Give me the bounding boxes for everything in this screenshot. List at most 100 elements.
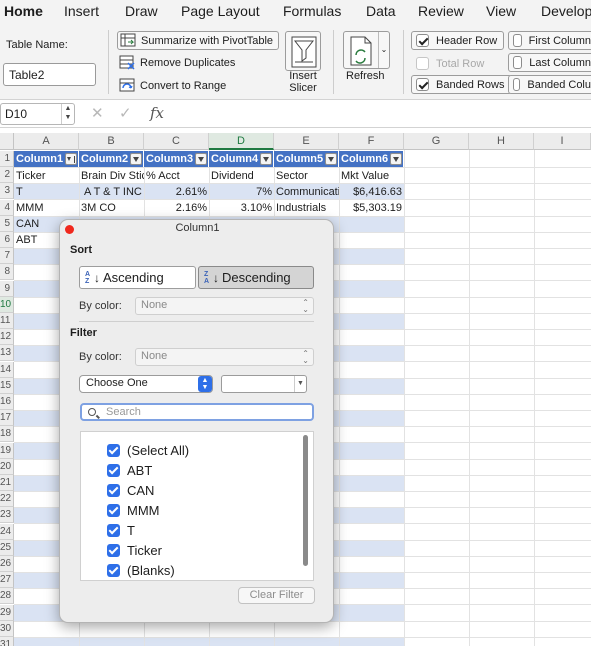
enter-icon[interactable]: ✓	[119, 104, 132, 122]
tab-data[interactable]: Data	[366, 3, 396, 19]
name-box[interactable]: D10 ▲ ▼	[0, 103, 75, 125]
tab-formulas[interactable]: Formulas	[283, 3, 341, 19]
table-cell[interactable]: Industrials	[274, 200, 339, 216]
table-cell[interactable]: 2.16%	[144, 200, 209, 216]
refresh-button[interactable]: ⌄	[343, 31, 390, 69]
filter-dropdown-icon[interactable]	[195, 153, 207, 165]
row-header[interactable]: 2	[0, 167, 14, 183]
sort-descending-button[interactable]: Z A ↓ Descending	[198, 266, 314, 289]
last-column-checkbox[interactable]: Last Column	[508, 53, 591, 72]
banded-columns-checkbox[interactable]: Banded Colu	[508, 75, 591, 94]
table-cell[interactable]: 3M CO	[79, 200, 144, 216]
row-header[interactable]: 28	[0, 588, 14, 604]
select-all-corner[interactable]	[0, 133, 14, 150]
sort-ascending-button[interactable]: A Z ↓ Ascending	[79, 266, 196, 289]
filter-by-color-select[interactable]: None ⌃ ⌄	[135, 348, 314, 366]
column-header[interactable]: H	[469, 133, 534, 150]
first-column-checkbox[interactable]: First Column	[508, 31, 591, 50]
column-header[interactable]: F	[339, 133, 404, 150]
row-header[interactable]: 4	[0, 200, 14, 216]
checkbox-icon[interactable]	[107, 483, 120, 497]
table-cell[interactable]: $5,303.19	[339, 200, 404, 216]
column-header[interactable]: D	[209, 133, 274, 150]
filter-dropdown-icon[interactable]	[130, 153, 142, 165]
table-cell[interactable]: CAN	[14, 216, 59, 232]
row-header[interactable]: 1	[0, 151, 14, 167]
row-header[interactable]: 26	[0, 556, 14, 572]
filter-values-list[interactable]: (Select All) ABT CAN MMM T Ticker (Blank…	[80, 431, 314, 581]
convert-to-range-button[interactable]: Convert to Range	[117, 76, 226, 95]
summarize-pivottable-button[interactable]: Summarize with PivotTable	[117, 31, 280, 50]
tab-page-layout[interactable]: Page Layout	[181, 3, 260, 19]
row-header[interactable]: 8	[0, 264, 14, 280]
tab-developer[interactable]: Develop	[541, 3, 591, 19]
row-header[interactable]: 11	[0, 313, 14, 329]
row-header[interactable]: 22	[0, 491, 14, 507]
row-header[interactable]: 13	[0, 345, 14, 361]
list-item[interactable]: (Blanks)	[107, 561, 175, 579]
row-header[interactable]: 23	[0, 507, 14, 523]
filter-search-input[interactable]: Search	[80, 403, 314, 421]
tab-insert[interactable]: Insert	[64, 3, 99, 19]
tab-view[interactable]: View	[486, 3, 516, 19]
chevron-down-icon[interactable]: ⌄	[378, 32, 389, 68]
table-cell[interactable]: 3.10%	[209, 200, 274, 216]
tab-draw[interactable]: Draw	[125, 3, 158, 19]
table-cell[interactable]: Brain Div Sticker	[79, 168, 144, 184]
column-header[interactable]: C	[144, 133, 209, 150]
column-header[interactable]: G	[404, 133, 469, 150]
row-header[interactable]: 6	[0, 232, 14, 248]
tab-home[interactable]: Home	[4, 3, 43, 19]
row-header[interactable]: 5	[0, 216, 14, 232]
row-header[interactable]: 15	[0, 378, 14, 394]
name-box-spinner[interactable]: ▲ ▼	[61, 104, 74, 124]
table-cell[interactable]: % Acct	[144, 168, 209, 184]
table-cell[interactable]: A T & T INC	[82, 184, 144, 200]
table-cell[interactable]: 2.61%	[144, 184, 209, 200]
row-header[interactable]: 24	[0, 524, 14, 540]
list-item[interactable]: Ticker	[107, 541, 162, 559]
filter-dropdown-icon[interactable]	[260, 153, 272, 165]
checkbox-icon[interactable]	[107, 543, 120, 557]
sort-by-color-select[interactable]: None ⌃ ⌄	[135, 297, 314, 315]
table-cell[interactable]: Mkt Value	[339, 168, 404, 184]
tab-review[interactable]: Review	[418, 3, 464, 19]
column-header[interactable]: A	[14, 133, 79, 150]
row-header[interactable]: 7	[0, 248, 14, 264]
total-row-checkbox[interactable]: Total Row	[416, 54, 484, 73]
remove-duplicates-button[interactable]: Remove Duplicates	[117, 53, 235, 72]
table-cell[interactable]: Ticker	[14, 168, 79, 184]
checkbox-icon[interactable]	[107, 523, 120, 537]
row-header[interactable]: 20	[0, 459, 14, 475]
column-header[interactable]: I	[534, 133, 591, 150]
table-cell[interactable]: MMM	[14, 200, 79, 216]
clear-filter-button[interactable]: Clear Filter	[238, 587, 315, 604]
filter-dropdown-icon[interactable]	[65, 153, 77, 165]
insert-slicer-button[interactable]	[285, 31, 321, 71]
table-cell[interactable]: $6,416.63	[339, 184, 404, 200]
table-cell[interactable]: T	[14, 184, 79, 200]
checkbox-icon[interactable]	[107, 503, 120, 517]
row-header[interactable]: 27	[0, 572, 14, 588]
row-header[interactable]: 12	[0, 329, 14, 345]
row-header[interactable]: 18	[0, 426, 14, 442]
list-item[interactable]: MMM	[107, 501, 160, 519]
checkbox-icon[interactable]	[107, 443, 120, 457]
cancel-icon[interactable]: ✕	[91, 104, 104, 122]
row-header[interactable]: 10	[0, 297, 14, 313]
row-header[interactable]: 21	[0, 475, 14, 491]
list-item[interactable]: CAN	[107, 481, 154, 499]
row-header[interactable]: 29	[0, 605, 14, 621]
table-cell[interactable]: Sector	[274, 168, 339, 184]
checkbox-icon[interactable]	[107, 463, 120, 477]
row-header[interactable]: 25	[0, 540, 14, 556]
function-icon[interactable]: fx	[150, 104, 164, 122]
banded-rows-checkbox[interactable]: Banded Rows	[411, 75, 512, 94]
checkbox-icon[interactable]	[107, 563, 120, 577]
table-cell[interactable]: Dividend	[209, 168, 274, 184]
header-row-checkbox[interactable]: Header Row	[411, 31, 505, 50]
filter-dropdown-icon[interactable]	[390, 153, 402, 165]
table-cell[interactable]: Communications	[274, 184, 339, 200]
row-header[interactable]: 3	[0, 183, 14, 199]
row-header[interactable]: 31	[0, 637, 14, 646]
